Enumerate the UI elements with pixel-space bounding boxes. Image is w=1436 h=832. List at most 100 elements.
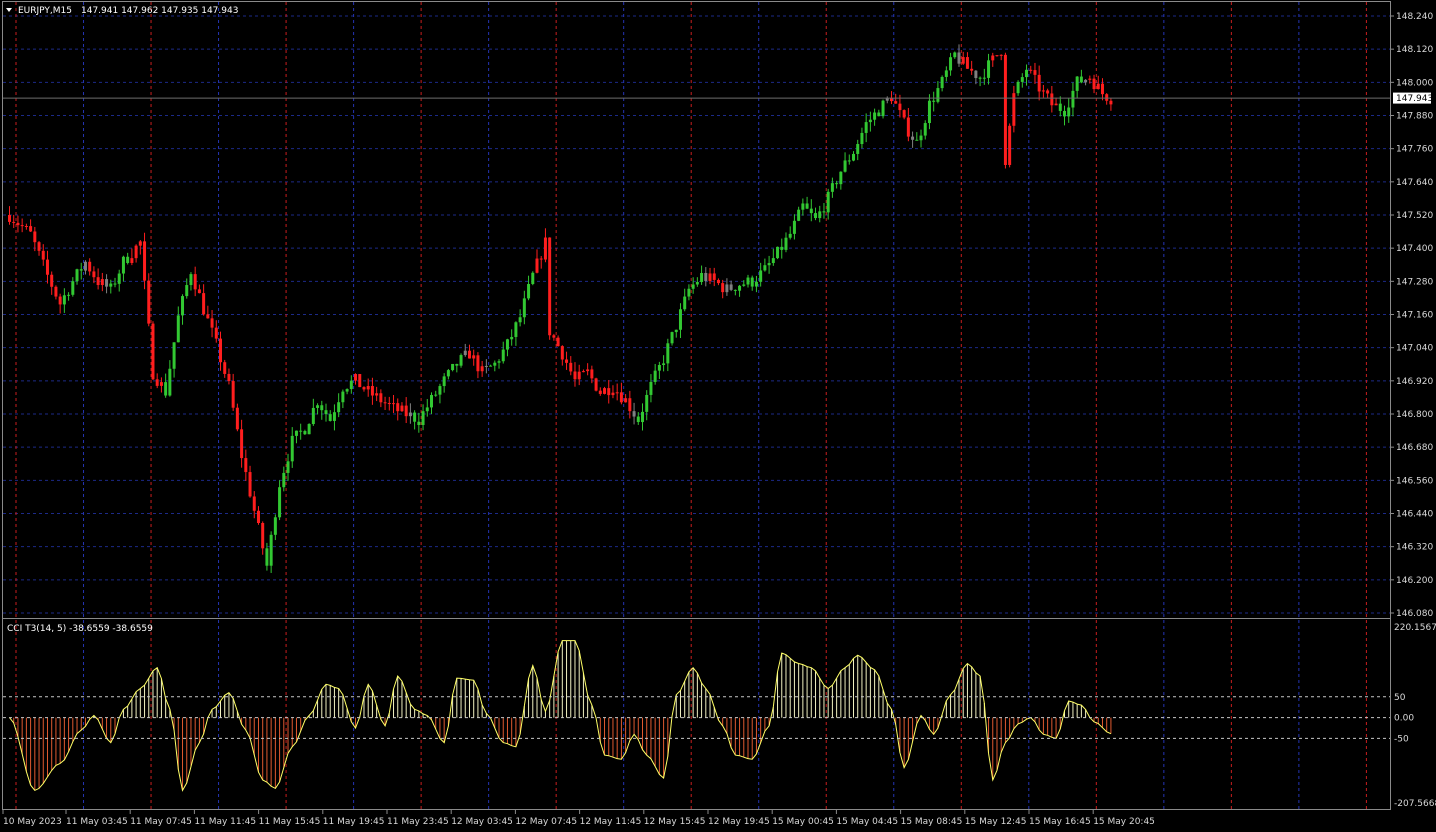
candle-body (649, 381, 653, 395)
candle-body (678, 309, 682, 330)
candle-body (181, 296, 185, 316)
candle-body (484, 365, 488, 367)
candle-body (708, 273, 712, 282)
candle-body (307, 424, 311, 435)
candle-body (847, 160, 851, 162)
candle-body (1041, 90, 1045, 92)
candle-body (1016, 81, 1020, 94)
candle-body (8, 215, 11, 222)
candle-body (1079, 76, 1083, 83)
candle-body (1088, 78, 1092, 80)
cci-tick-label: 220.1567 (1394, 623, 1436, 633)
candle-body (83, 261, 87, 271)
candle-body (949, 57, 953, 71)
candle-body (121, 256, 125, 274)
candle-body (463, 350, 467, 356)
candle-body (206, 314, 210, 319)
candle-body (273, 517, 277, 535)
candle-body (442, 376, 446, 387)
candle-body (1003, 54, 1007, 165)
time-tick-label: 11 May 07:45 (130, 817, 192, 827)
candle-body (733, 289, 737, 291)
candle-body (510, 336, 514, 340)
candle-body (1067, 107, 1071, 117)
candle-body (425, 407, 429, 412)
candle-body (278, 487, 282, 518)
candle-body (759, 270, 763, 282)
time-tick-label: 15 May 16:45 (1029, 817, 1091, 827)
candle-body (58, 296, 62, 305)
candle-body (1096, 83, 1100, 90)
candle-body (1100, 83, 1104, 95)
candle-body (387, 403, 391, 405)
candle-body (792, 220, 796, 234)
candle-body (877, 112, 881, 117)
candle-body (451, 363, 455, 371)
price-tick-label: 147.520 (1396, 211, 1433, 221)
candle-body (231, 381, 235, 408)
symbol-label[interactable]: EURJPY,M15 (18, 6, 72, 16)
candle-body (999, 54, 1003, 56)
candle-body (721, 283, 725, 293)
candle-body (476, 355, 480, 372)
candle-body (480, 366, 484, 372)
candle-body (1071, 90, 1075, 108)
price-tick-label: 147.280 (1396, 277, 1433, 287)
candle-body (282, 472, 286, 488)
candle-body (843, 160, 847, 172)
candle-body (244, 458, 248, 473)
candle-body (704, 272, 708, 282)
candle-body (560, 346, 564, 360)
indicator-label[interactable]: CCI T3(14, 5) -38.6559 -38.6559 (7, 624, 153, 634)
time-tick-label: 12 May 19:45 (708, 817, 770, 827)
candle-body (370, 386, 374, 396)
candle-body (881, 100, 885, 117)
time-tick-label: 15 May 12:45 (965, 817, 1027, 827)
candle-body (185, 285, 189, 297)
candle-body (29, 226, 33, 232)
candle-body (497, 361, 501, 363)
price-tick-label: 146.680 (1396, 443, 1433, 453)
candle-body (366, 386, 370, 390)
candle-body (294, 430, 298, 436)
time-tick-label: 12 May 03:45 (451, 817, 513, 827)
candle-body (261, 523, 265, 549)
candle-body (738, 285, 742, 291)
current-price-label: 147.943 (1396, 94, 1433, 104)
candle-body (67, 294, 71, 296)
candle-body (839, 171, 843, 185)
candle-body (493, 362, 497, 366)
candle-body (776, 246, 780, 259)
candle-body (202, 293, 206, 315)
candle-body (953, 52, 957, 58)
candle-body (252, 496, 256, 511)
candle-body (982, 77, 986, 79)
candle-body (641, 411, 644, 423)
candle-body (666, 343, 670, 364)
candle-body (286, 461, 290, 473)
candle-body (501, 349, 505, 362)
candle-body (670, 332, 674, 344)
candle-body (396, 403, 400, 412)
candle-body (573, 371, 577, 380)
candle-body (408, 412, 412, 417)
candle-body (299, 430, 303, 432)
candle-body (771, 258, 775, 264)
candle-body (927, 100, 931, 124)
price-tick-label: 147.760 (1396, 145, 1433, 155)
candle-body (88, 261, 92, 272)
time-tick-label: 15 May 04:45 (836, 817, 898, 827)
candle-body (894, 101, 898, 104)
candle-body (915, 139, 919, 141)
candle-body (197, 289, 201, 294)
candle-body (1020, 77, 1024, 82)
candle-body (430, 395, 433, 408)
pane-separator[interactable] (2, 618, 1391, 619)
time-tick-label: 11 May 23:45 (387, 817, 449, 827)
price-tick-label: 146.320 (1396, 543, 1433, 553)
candle-body (320, 405, 324, 411)
candle-body (750, 277, 754, 287)
candle-body (961, 57, 965, 64)
candle-body (219, 338, 222, 363)
candle-body (797, 209, 801, 221)
